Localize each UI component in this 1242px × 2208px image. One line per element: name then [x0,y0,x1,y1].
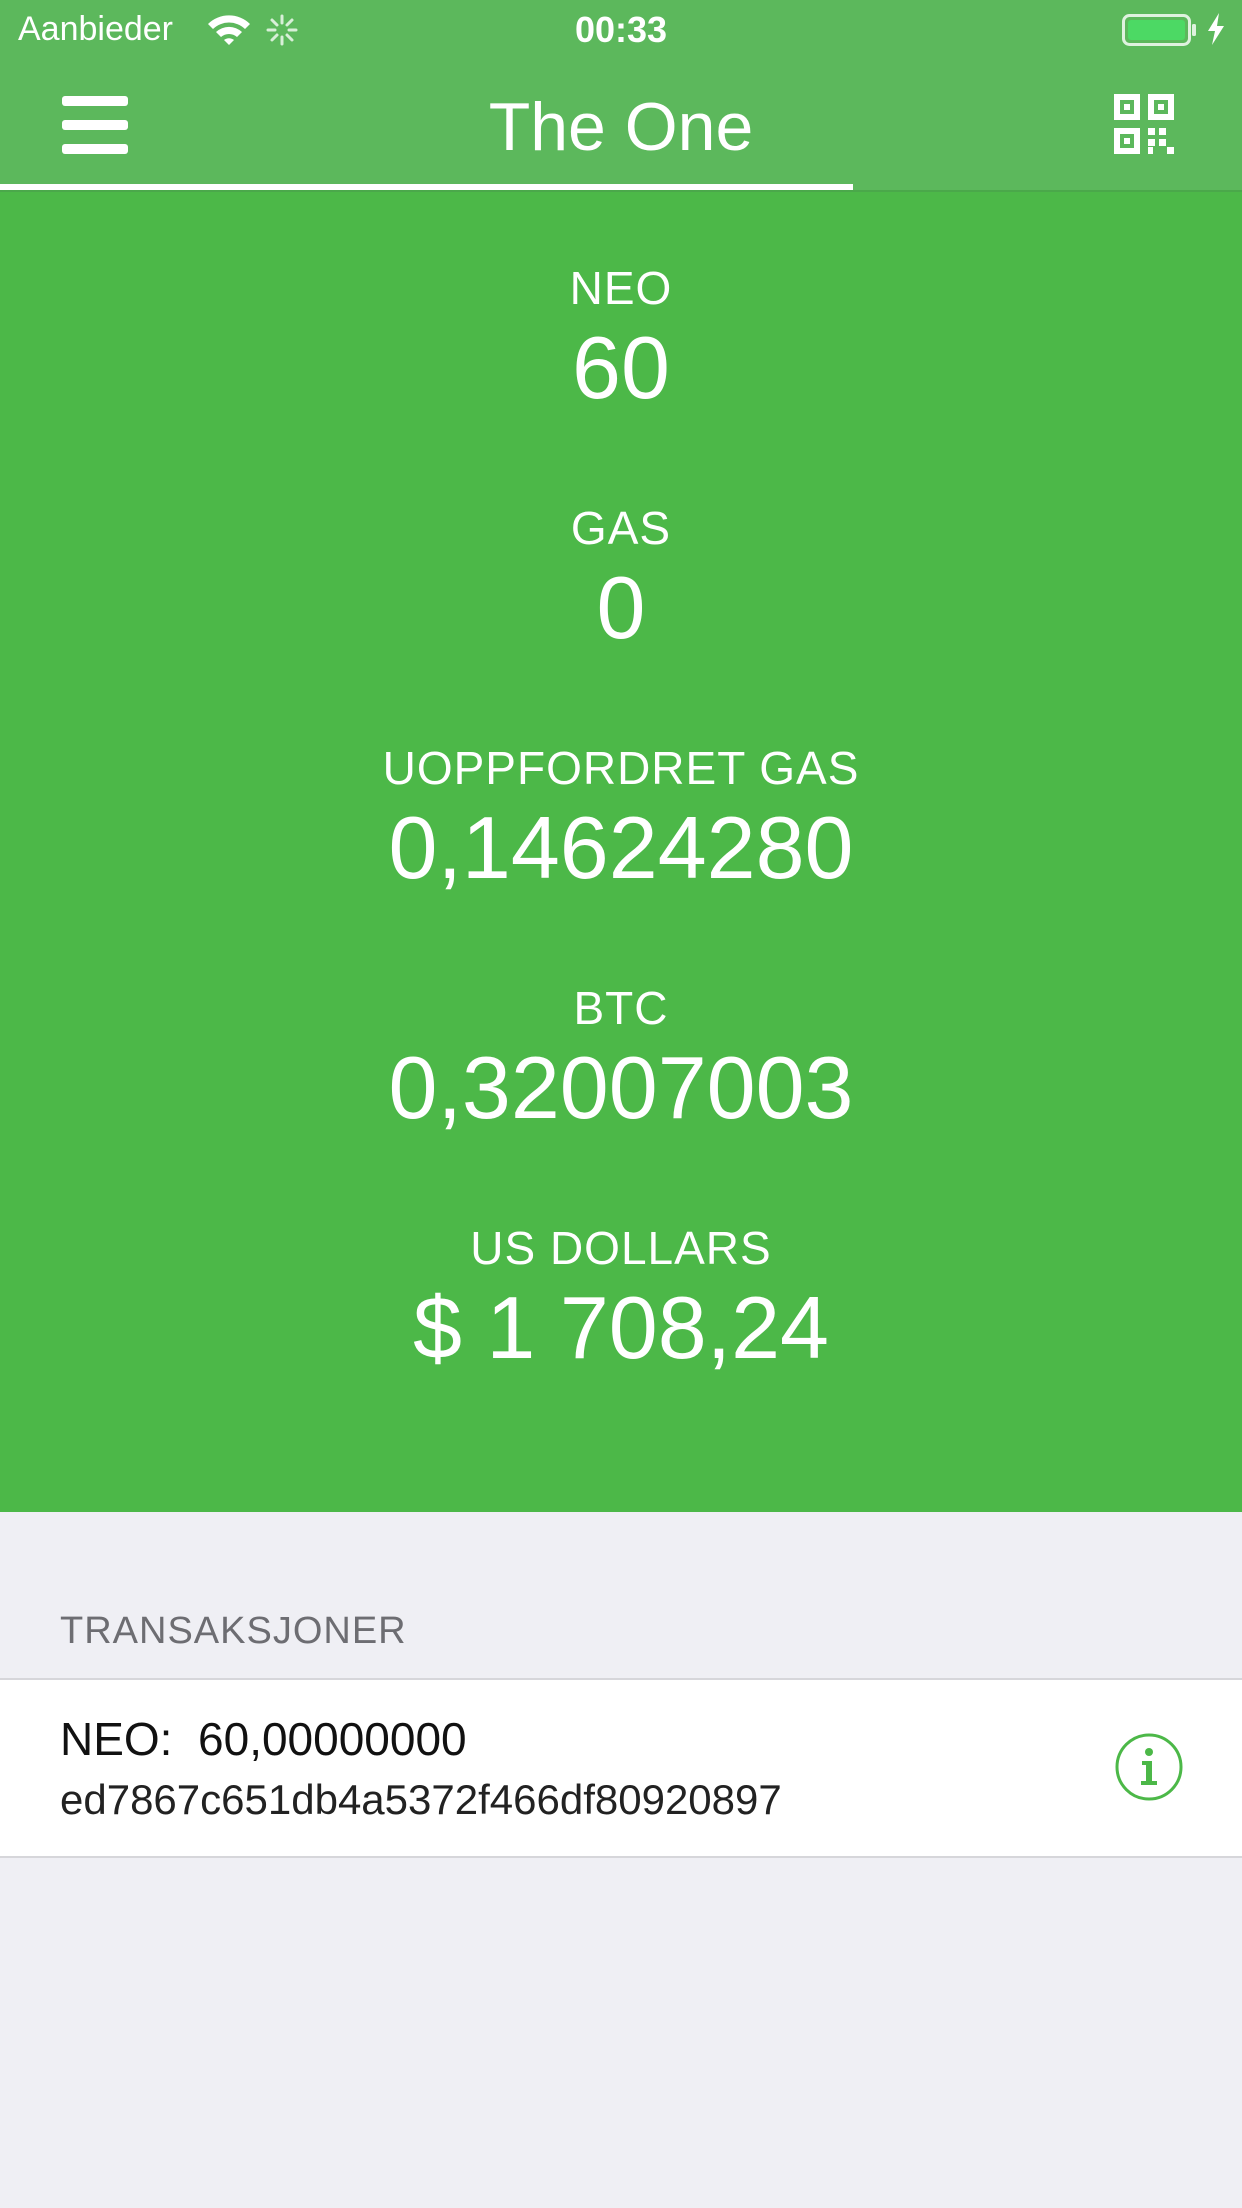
balance-label: GAS [570,502,672,554]
wallet-title: The One [488,89,754,165]
balances-panel: NEO 60 GAS 0 UOPPFORDRET GAS 0,14624280 … [0,192,1242,1512]
info-icon[interactable] [1114,1732,1184,1807]
navigation-bar: The One [0,60,1242,192]
balance-value: $ 1 708,24 [413,1278,829,1377]
balance-value: 0,32007003 [388,1038,854,1137]
page-indicator-underline [0,184,853,190]
transaction-hash: ed7867c651db4a5372f466df80920897 [60,1776,782,1823]
status-time: 00:33 [574,9,668,50]
usd-balance: US DOLLARS $ 1 708,24 [0,1220,1242,1380]
balance-value: 0 [596,558,646,657]
balance-label: BTC [573,982,669,1034]
balance-value: 60 [572,318,670,417]
btc-balance: BTC 0,32007003 [0,980,1242,1140]
transaction-amount: NEO: 60,00000000 [60,1713,467,1765]
qr-code-icon[interactable] [1114,94,1174,159]
balance-label: US DOLLARS [470,1222,772,1274]
transaction-row[interactable]: NEO: 60,00000000 ed7867c651db4a5372f466d… [0,1678,1242,1858]
transactions-section-header: TRANSAKSJONER [60,1610,407,1652]
charging-bolt-icon [1206,12,1226,51]
battery-icon [1122,14,1198,51]
balance-label: UOPPFORDRET GAS [382,742,860,794]
status-bar: Aanbieder 00:33 [0,0,1242,60]
gas-balance: GAS 0 [0,500,1242,660]
balance-value: 0,14624280 [388,798,854,897]
balance-label: NEO [569,262,673,314]
neo-balance: NEO 60 [0,260,1242,420]
unclaimed-gas-balance: UOPPFORDRET GAS 0,14624280 [0,740,1242,900]
